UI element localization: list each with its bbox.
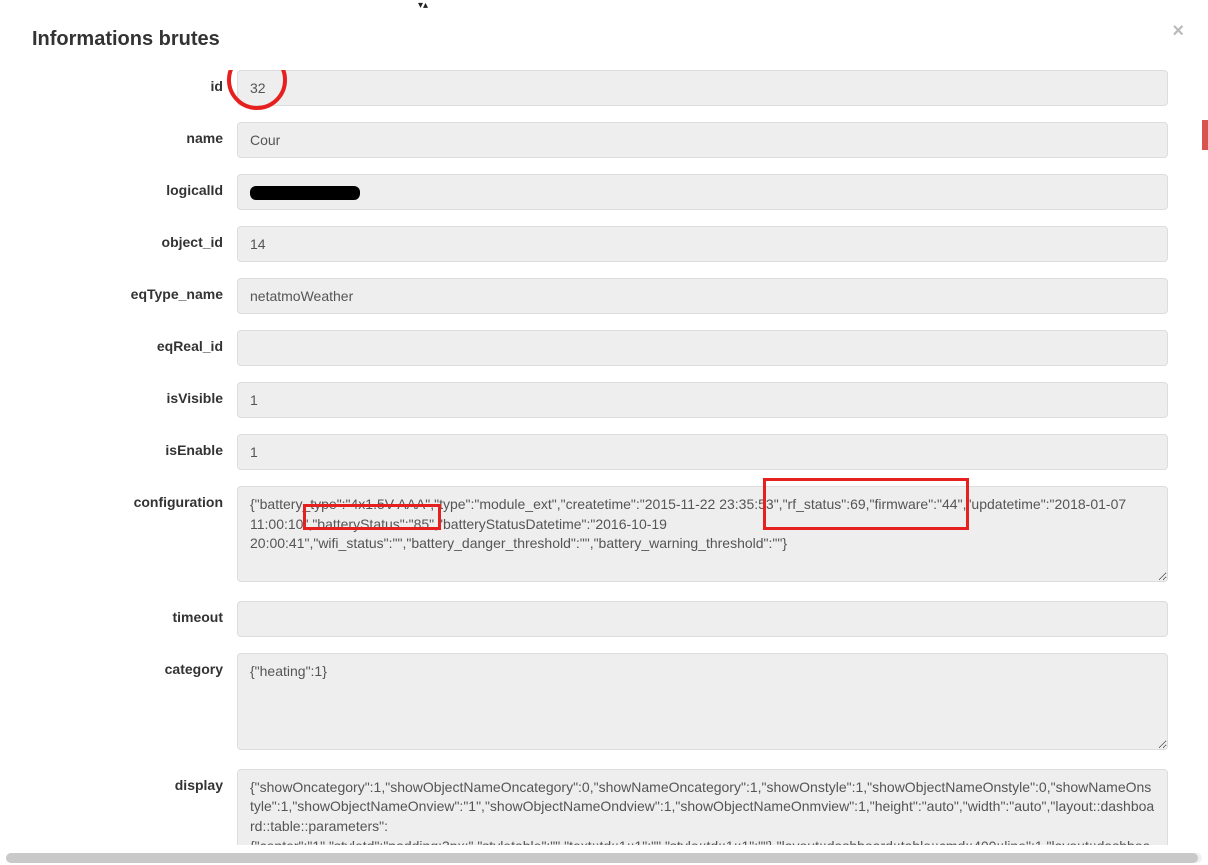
row-id: id	[18, 70, 1188, 106]
field-object_id[interactable]	[237, 226, 1168, 262]
background-edge-hint	[1202, 120, 1208, 150]
row-eqType_name: eqType_name	[18, 278, 1188, 314]
close-icon[interactable]: ×	[1172, 20, 1184, 43]
row-configuration: configuration	[18, 486, 1188, 585]
row-timeout: timeout	[18, 601, 1188, 637]
field-logicalId[interactable]	[237, 174, 1168, 210]
label-object_id: object_id	[18, 226, 237, 250]
row-eqReal_id: eqReal_id	[18, 330, 1188, 366]
label-isEnable: isEnable	[18, 434, 237, 458]
label-configuration: configuration	[18, 486, 237, 510]
field-name[interactable]	[237, 122, 1168, 158]
raw-info-modal: × Informations brutes id name logicalId …	[18, 8, 1198, 855]
field-category[interactable]	[237, 653, 1168, 749]
row-display: display	[18, 769, 1188, 845]
label-isVisible: isVisible	[18, 382, 237, 406]
modal-body-scroll[interactable]: id name logicalId object_id eqType_name …	[18, 70, 1192, 845]
label-eqType_name: eqType_name	[18, 278, 237, 302]
field-configuration[interactable]	[237, 486, 1168, 582]
field-isVisible[interactable]	[237, 382, 1168, 418]
horizontal-scrollbar[interactable]	[6, 853, 1202, 863]
field-eqReal_id[interactable]	[237, 330, 1168, 366]
horizontal-scrollbar-thumb[interactable]	[6, 853, 1198, 863]
row-object_id: object_id	[18, 226, 1188, 262]
field-timeout[interactable]	[237, 601, 1168, 637]
label-name: name	[18, 122, 237, 146]
row-isVisible: isVisible	[18, 382, 1188, 418]
row-category: category	[18, 653, 1188, 752]
label-display: display	[18, 769, 237, 793]
row-isEnable: isEnable	[18, 434, 1188, 470]
label-id: id	[18, 70, 237, 94]
redacted-value	[250, 186, 360, 200]
label-timeout: timeout	[18, 601, 237, 625]
label-eqReal_id: eqReal_id	[18, 330, 237, 354]
field-display[interactable]	[237, 769, 1168, 845]
row-logicalId: logicalId	[18, 174, 1188, 210]
label-category: category	[18, 653, 237, 677]
modal-title: Informations brutes	[32, 28, 1198, 51]
field-isEnable[interactable]	[237, 434, 1168, 470]
row-name: name	[18, 122, 1188, 158]
label-logicalId: logicalId	[18, 174, 237, 198]
field-id[interactable]	[237, 70, 1168, 106]
field-eqType_name[interactable]	[237, 278, 1168, 314]
